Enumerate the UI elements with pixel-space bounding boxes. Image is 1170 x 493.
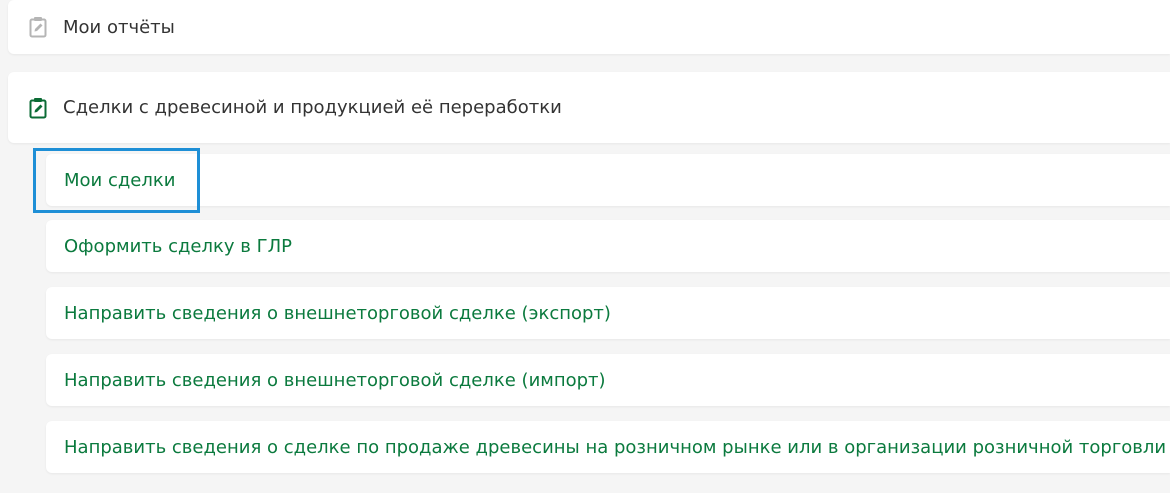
menu-item-label: Оформить сделку в ГЛР xyxy=(64,235,292,257)
menu-item-label: Направить сведения о внешнеторговой сдел… xyxy=(64,369,606,391)
menu-section-wood-deals[interactable]: Сделки с древесиной и продукцией её пере… xyxy=(8,72,1170,143)
menu-item-my-deals[interactable]: Мои сделки xyxy=(46,154,1170,206)
menu-section-label: Мои отчёты xyxy=(63,16,175,38)
clipboard-edit-icon xyxy=(27,97,49,119)
menu-item-export-deal[interactable]: Направить сведения о внешнеторговой сдел… xyxy=(46,287,1170,339)
menu-section-my-reports[interactable]: Мои отчёты xyxy=(8,0,1170,54)
menu-section-label: Сделки с древесиной и продукцией её пере… xyxy=(63,97,562,118)
menu-item-label: Направить сведения о сделке по продаже д… xyxy=(64,436,1167,458)
clipboard-edit-icon xyxy=(27,16,49,38)
menu-item-label: Мои сделки xyxy=(64,169,176,191)
menu-item-retail-deal[interactable]: Направить сведения о сделке по продаже д… xyxy=(46,421,1170,473)
menu-item-import-deal[interactable]: Направить сведения о внешнеторговой сдел… xyxy=(46,354,1170,406)
menu-item-label: Направить сведения о внешнеторговой сдел… xyxy=(64,302,611,324)
menu-item-register-deal-glr[interactable]: Оформить сделку в ГЛР xyxy=(46,220,1170,272)
